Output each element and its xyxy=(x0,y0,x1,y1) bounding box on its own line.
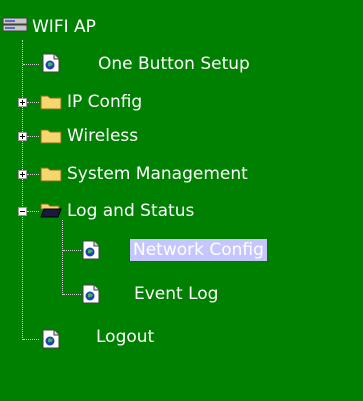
tree-branch xyxy=(27,174,39,175)
folder-icon xyxy=(40,129,62,144)
page-icon xyxy=(42,53,60,73)
navigation-tree: WIFI AP One Button Setup IP Config Wirel… xyxy=(0,0,363,401)
tree-item-label: Log and Status xyxy=(67,201,195,221)
tree-branch xyxy=(23,64,39,65)
tree-item-label: Wireless xyxy=(67,126,139,146)
tree-item-label: One Button Setup xyxy=(98,54,250,74)
computer-icon xyxy=(2,17,28,32)
tree-item-label: Network Config xyxy=(129,238,268,262)
tree-item-label: System Management xyxy=(67,164,248,184)
folder-icon xyxy=(40,95,62,110)
folder-icon xyxy=(40,167,62,182)
tree-branch xyxy=(63,294,81,295)
open-folder-icon xyxy=(40,203,62,218)
tree-root-label: WIFI AP xyxy=(32,17,96,37)
tree-branch xyxy=(27,136,39,137)
page-icon xyxy=(42,329,60,349)
tree-item-label: Logout xyxy=(96,327,155,347)
expand-toggle[interactable] xyxy=(18,132,27,141)
expand-toggle[interactable] xyxy=(18,170,27,179)
collapse-toggle[interactable] xyxy=(18,207,27,216)
page-icon xyxy=(82,240,100,260)
tree-branch xyxy=(27,211,39,212)
expand-toggle[interactable] xyxy=(18,98,27,107)
tree-branch xyxy=(27,102,39,103)
tree-branch xyxy=(23,339,39,340)
tree-item-label: IP Config xyxy=(67,92,143,112)
page-icon xyxy=(82,284,100,304)
tree-line-sub xyxy=(62,220,63,295)
tree-line-main xyxy=(22,40,23,340)
tree-branch xyxy=(63,250,81,251)
tree-item-label: Event Log xyxy=(134,284,219,304)
